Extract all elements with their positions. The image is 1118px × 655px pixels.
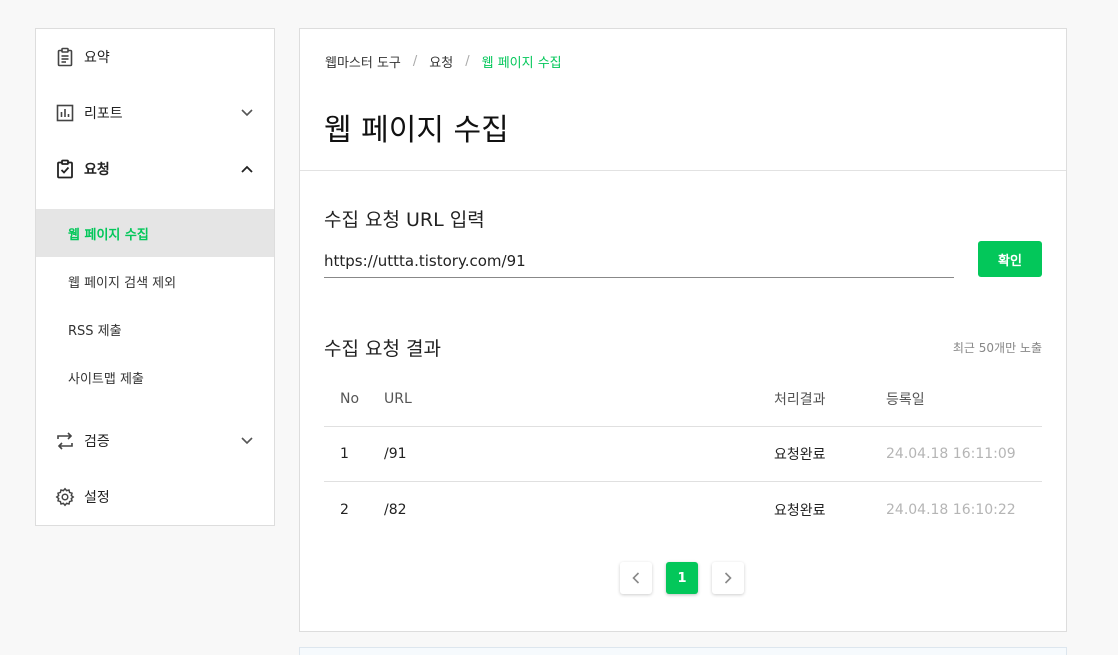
recent-note: 최근 50개만 노출 (952, 341, 1042, 355)
result-section-title: 수집 요청 결과 (324, 338, 441, 360)
sub-item-label: 웹 페이지 검색 제외 (68, 275, 177, 291)
sub-item-sitemap-submit[interactable]: 사이트맵 제출 (36, 353, 274, 401)
chevron-down-icon[interactable] (240, 434, 254, 448)
sidebar: 요약 리포트 요청 웹 페이지 수집 웹 페이지 검색 제외 RSS 제출 사이… (35, 28, 275, 526)
sub-item-rss-submit[interactable]: RSS 제출 (36, 305, 274, 353)
breadcrumb-item[interactable]: 요청 (429, 52, 453, 71)
request-section-title: 수집 요청 URL 입력 (324, 209, 485, 231)
gear-icon (54, 486, 76, 508)
row-url: /82 (384, 501, 407, 518)
breadcrumb: 웹마스터 도구 / 요청 / 웹 페이지 수집 (325, 52, 562, 71)
page-title: 웹 페이지 수집 (324, 113, 509, 148)
chevron-down-icon[interactable] (240, 106, 254, 120)
prev-page-button[interactable] (620, 562, 652, 594)
sub-item-label: RSS 제출 (68, 323, 122, 339)
column-header-result: 처리결과 (774, 391, 826, 408)
nav-item-request[interactable]: 요청 (36, 141, 274, 197)
row-no: 2 (340, 501, 349, 518)
table-header: No URL 처리결과 등록일 (324, 371, 1042, 427)
result-table: No URL 처리결과 등록일 1 /91 요청완료 24.04.18 16:1… (324, 371, 1042, 537)
main-panel: 웹마스터 도구 / 요청 / 웹 페이지 수집 웹 페이지 수집 수집 요청 U… (299, 28, 1067, 632)
confirm-button[interactable]: 확인 (978, 241, 1042, 277)
breadcrumb-item[interactable]: 웹마스터 도구 (325, 52, 401, 71)
nav-item-verify[interactable]: 검증 (36, 413, 274, 469)
row-result: 요청완료 (774, 447, 826, 463)
sub-item-web-page-collect[interactable]: 웹 페이지 수집 (36, 209, 274, 257)
column-header-date: 등록일 (886, 391, 925, 408)
sub-item-web-page-exclude[interactable]: 웹 페이지 검색 제외 (36, 257, 274, 305)
next-page-button[interactable] (712, 562, 744, 594)
nav-item-label: 요청 (84, 162, 110, 178)
breadcrumb-separator: / (412, 54, 418, 69)
pagination: 1 (620, 562, 744, 594)
breadcrumb-separator: / (465, 54, 470, 69)
breadcrumb-current: 웹 페이지 수집 (481, 56, 562, 71)
chevron-up-icon[interactable] (240, 162, 254, 176)
repeat-icon (54, 430, 76, 452)
chevron-left-icon (632, 572, 640, 584)
row-result: 요청완료 (774, 502, 826, 519)
page-button-current[interactable]: 1 (666, 562, 698, 594)
row-no: 1 (340, 446, 349, 462)
clipboard-icon (54, 46, 76, 68)
divider (300, 170, 1066, 171)
column-header-url: URL (384, 390, 412, 407)
bottom-panel (299, 647, 1067, 655)
nav-item-report[interactable]: 리포트 (36, 85, 274, 141)
url-input[interactable] (324, 245, 954, 278)
nav-item-label: 요약 (84, 50, 110, 66)
nav-item-label: 리포트 (84, 106, 123, 122)
nav-item-settings[interactable]: 설정 (36, 469, 274, 525)
bar-chart-icon (54, 102, 76, 124)
column-header-no: No (340, 390, 360, 407)
chevron-right-icon (724, 572, 732, 584)
table-row: 2 /82 요청완료 24.04.18 16:10:22 (324, 482, 1042, 537)
sub-item-label: 사이트맵 제출 (68, 371, 144, 387)
nav-item-summary[interactable]: 요약 (36, 29, 274, 85)
nav-item-label: 검증 (84, 434, 110, 450)
clipboard-check-icon (54, 158, 76, 180)
nav-item-label: 설정 (84, 490, 110, 506)
table-row: 1 /91 요청완료 24.04.18 16:11:09 (324, 427, 1042, 482)
row-url: /91 (384, 446, 407, 462)
row-date: 24.04.18 16:11:09 (886, 446, 1016, 462)
sub-item-label: 웹 페이지 수집 (68, 227, 149, 243)
row-date: 24.04.18 16:10:22 (886, 501, 1016, 518)
